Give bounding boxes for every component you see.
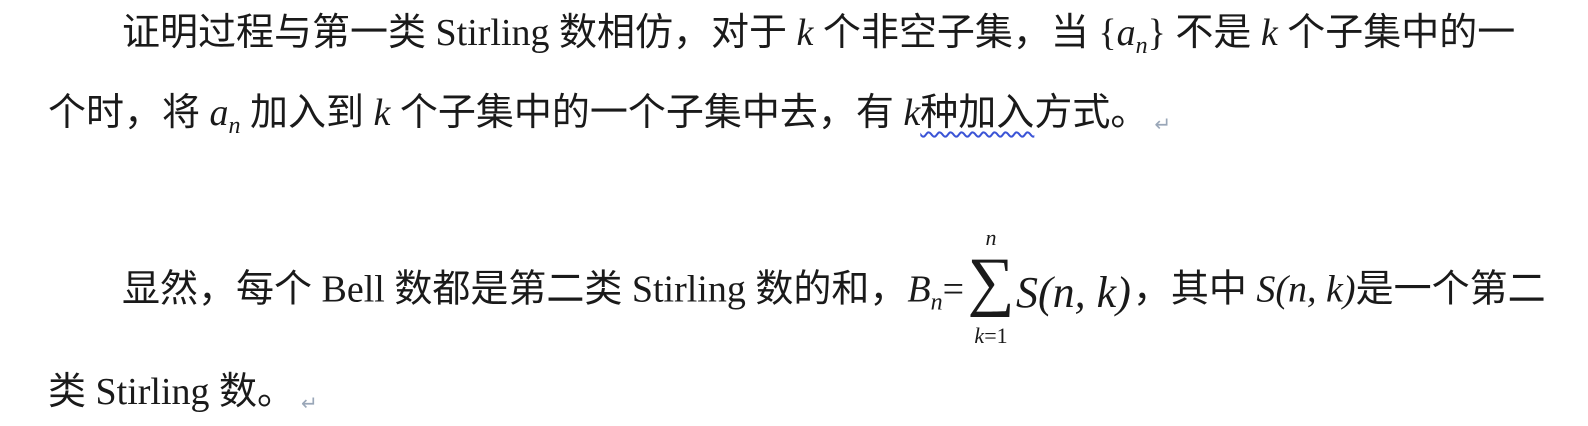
text-span: 个非空子集，当 { (813, 12, 1117, 54)
summation-operator: n ∑ k=1 (966, 227, 1016, 353)
text-span: ，其中 (1132, 268, 1257, 311)
text-span: 证明过程与第一类 Stirling 数相仿，对于 (122, 12, 797, 54)
paragraph-mark-icon: ↵ (301, 391, 318, 415)
paragraph-1-line-2: 个时，将 an 加入到 k 个子集中的一个子集中去，有 k种加入方式。 ↵ (48, 94, 1171, 138)
subscript-n: n (930, 289, 943, 316)
text-span: 显然，每个 Bell 数都是第二类 Stirling 数的和， (122, 268, 908, 311)
S-arguments: (n, k) (1038, 268, 1131, 317)
var-a: a (209, 92, 229, 134)
paragraph-2-line-1: 显然，每个 Bell 数都是第二类 Stirling 数的和，Bn= n ∑ k=1 S… (122, 227, 1546, 353)
paragraph-1-line-1: 证明过程与第一类 Stirling 数相仿，对于 k 个非空子集，当 {an} … (122, 14, 1515, 58)
var-S: S (1016, 268, 1039, 317)
subscript-n: n (228, 113, 241, 139)
text-span: 是一个第二 (1355, 268, 1546, 311)
document-page: 证明过程与第一类 Stirling 数相仿，对于 k 个非空子集，当 {an} … (0, 0, 1588, 426)
sigma-icon: ∑ (967, 245, 1015, 318)
text-span: 个子集中的一 (1277, 12, 1516, 54)
var-S: S (1256, 268, 1276, 311)
var-a: a (1116, 12, 1136, 54)
text-span: 加入到 (240, 92, 374, 134)
var-k: k (796, 12, 814, 54)
var-k: k (373, 92, 391, 134)
text-span: 方式。 (1034, 92, 1149, 134)
equals-sign: = (942, 268, 965, 311)
text-span: 个子集中的一个子集中去，有 (390, 92, 904, 134)
S-arguments: (n, k) (1275, 268, 1356, 311)
text-span: } 不是 (1147, 12, 1261, 54)
text-span: 类 Stirling 数。 (48, 371, 296, 413)
lower-limit-value: =1 (984, 323, 1008, 348)
paragraph-2-line-2: 类 Stirling 数。 ↵ (48, 373, 318, 413)
summation-formula: n ∑ k=1 S(n, k) (966, 227, 1131, 353)
subscript-n: n (1135, 33, 1148, 59)
var-k: k (974, 323, 985, 348)
paragraph-mark-icon: ↵ (1154, 112, 1172, 136)
text-span: 个时，将 (48, 92, 210, 134)
sum-lower-limit: k=1 (966, 325, 1016, 347)
var-B: B (907, 268, 931, 311)
spellcheck-underlined-text: 种加入 (920, 92, 1035, 134)
var-k: k (1260, 12, 1278, 54)
var-k: k (903, 92, 921, 134)
